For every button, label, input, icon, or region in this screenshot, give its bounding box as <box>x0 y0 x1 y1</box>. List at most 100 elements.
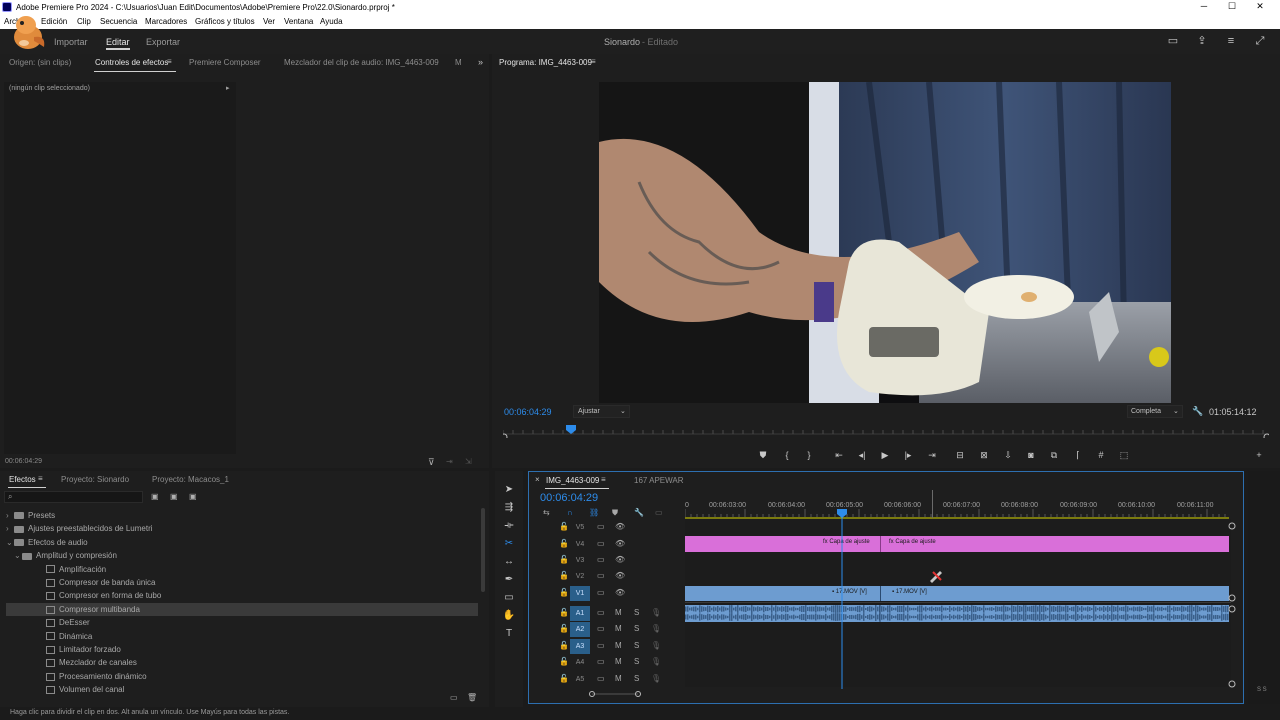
lock-icon[interactable]: 🔓 <box>559 608 569 617</box>
effects-item[interactable]: Compresor en forma de tubo <box>6 589 478 602</box>
sync-lock-icon[interactable]: ▭ <box>597 588 605 597</box>
effects-folder[interactable]: ⌄ Efectos de audio <box>6 536 478 549</box>
program-scrub-bar[interactable] <box>500 424 1271 441</box>
panel-menu-icon[interactable]: ≡ <box>167 57 172 66</box>
tab-mezclador-clip[interactable]: Mezclador del clip de audio: IMG_4463-00… <box>284 58 439 67</box>
tab-proyecto-sionardo[interactable]: Proyecto: Sionardo <box>61 475 129 484</box>
razor-tool-icon[interactable]: ✂ <box>501 537 517 551</box>
share-icon[interactable]: ⇪ <box>1195 34 1209 48</box>
vr-icon[interactable]: ⬚ <box>1117 449 1131 461</box>
go-to-out-icon[interactable]: ⇥ <box>925 449 939 461</box>
lock-icon[interactable]: 🔓 <box>559 588 569 597</box>
lock-icon[interactable]: 🔓 <box>559 657 569 666</box>
add-marker-icon[interactable]: ⛊ <box>756 449 770 461</box>
close-tab-icon[interactable]: × <box>535 475 540 484</box>
sync-lock-icon[interactable]: ▭ <box>597 624 605 633</box>
effects-folder[interactable]: › Presets <box>6 509 478 522</box>
effects-folder[interactable]: ⌄ Amplitud y compresión <box>6 549 478 562</box>
timeline-h-scrollbar[interactable] <box>589 690 641 697</box>
step-forward-icon[interactable]: |▸ <box>901 449 915 461</box>
insert-icon[interactable]: ⇩ <box>1001 449 1015 461</box>
tab-exportar[interactable]: Exportar <box>146 37 180 47</box>
mute-button[interactable]: M <box>615 624 622 633</box>
track-target[interactable]: A4 <box>570 655 590 670</box>
solo-button[interactable]: S <box>634 624 639 633</box>
track-target[interactable]: A2 <box>570 622 590 637</box>
add-marker-icon[interactable]: ⛊ <box>612 508 618 518</box>
slip-tool-icon[interactable]: ↔ <box>501 555 517 569</box>
program-playhead[interactable] <box>566 425 576 434</box>
sync-lock-icon[interactable]: ▭ <box>597 674 605 683</box>
tab-premiere-composer[interactable]: Premiere Composer <box>189 58 261 67</box>
tab-m[interactable]: M <box>455 58 462 67</box>
minimize-button[interactable]: ─ <box>1194 1 1214 13</box>
video-clip-v1[interactable] <box>685 586 1229 601</box>
eye-icon[interactable]: 👁 <box>615 555 625 564</box>
lock-icon[interactable]: 🔓 <box>559 555 569 564</box>
sync-lock-icon[interactable]: ▭ <box>597 608 605 617</box>
export2-icon[interactable]: ⇲ <box>465 457 472 466</box>
menu-ventana[interactable]: Ventana <box>284 17 313 26</box>
sequence-menu-icon[interactable]: ≡ <box>601 475 606 484</box>
go-to-in-icon[interactable]: ⇤ <box>832 449 846 461</box>
timeline-v-scrollbar[interactable] <box>1228 519 1236 689</box>
track-target[interactable]: A5 <box>570 672 590 687</box>
track-target[interactable]: V1 <box>570 586 590 601</box>
workspaces-icon[interactable]: ▭ <box>1166 34 1180 48</box>
filter-icon[interactable]: ⊽ <box>428 457 435 468</box>
sync-lock-icon[interactable]: ▭ <box>597 657 605 666</box>
effects-item[interactable]: Mezclador de canales <box>6 656 478 669</box>
solo-button[interactable]: S <box>634 608 639 617</box>
lock-icon[interactable]: 🔓 <box>559 522 569 531</box>
lift-icon[interactable]: ⊟ <box>953 449 967 461</box>
extract-icon[interactable]: ⊠ <box>977 449 991 461</box>
adjustment-layer-clip[interactable] <box>685 536 1229 552</box>
lock-icon[interactable]: 🔓 <box>559 624 569 633</box>
track-select-icon[interactable]: ⇶ <box>501 501 517 515</box>
accelerated-effects-icon[interactable]: ▣ <box>151 492 159 501</box>
rectangle-tool-icon[interactable]: ▭ <box>501 591 517 605</box>
menu-ayuda[interactable]: Ayuda <box>320 17 343 26</box>
maximize-button[interactable]: ☐ <box>1222 1 1242 13</box>
eye-icon[interactable]: 👁 <box>615 571 625 580</box>
sync-lock-icon[interactable]: ▭ <box>597 555 605 564</box>
effects-item[interactable]: Compresor multibanda <box>6 602 478 616</box>
tab-origen[interactable]: Origen: (sin clips) <box>9 58 71 67</box>
play-icon[interactable]: ▶ <box>878 449 892 461</box>
tab-proyecto-macacos[interactable]: Proyecto: Macacos_1 <box>152 475 229 484</box>
effects-search-input[interactable]: ⌕ <box>4 491 143 503</box>
eye-icon[interactable]: 👁 <box>615 522 625 531</box>
microphone-icon[interactable]: 🎙 <box>651 608 661 617</box>
solo-button[interactable]: S <box>634 657 639 666</box>
export-icon[interactable]: ⇥ <box>446 457 453 466</box>
tab-efectos[interactable]: Efectos <box>9 475 36 484</box>
camera-icon[interactable]: ◙ <box>1024 449 1038 461</box>
wrench-icon[interactable]: 🔧 <box>1192 406 1203 417</box>
solo-button[interactable]: S <box>634 674 639 683</box>
meter-solo-label[interactable]: S S <box>1257 687 1267 693</box>
effects-menu-icon[interactable]: ≡ <box>38 474 43 483</box>
track-target[interactable]: V4 <box>570 537 590 552</box>
chevron-right-icon[interactable]: › <box>6 509 14 522</box>
fit-dropdown[interactable]: Ajustar ⌄ <box>573 405 630 418</box>
effects-folder[interactable]: › Ajustes preestablecidos de Lumetri <box>6 522 478 535</box>
eye-icon[interactable]: 👁 <box>615 588 625 597</box>
safe-margins-icon[interactable]: # <box>1094 449 1108 461</box>
insert-overwrite-icon[interactable]: ⇆ <box>543 508 550 517</box>
microphone-icon[interactable]: 🎙 <box>651 657 661 666</box>
quality-dropdown[interactable]: Completa ⌄ <box>1127 405 1183 418</box>
add-button-icon[interactable]: + <box>1252 449 1266 461</box>
audio-clip-a1[interactable] <box>685 605 1229 622</box>
menu-clip[interactable]: Clip <box>77 17 91 26</box>
microphone-icon[interactable]: 🎙 <box>651 641 661 650</box>
timeline-settings-icon[interactable]: 🔧 <box>634 508 644 517</box>
fullscreen-icon[interactable]: ⤢ <box>1253 34 1267 48</box>
tab-editar[interactable]: Editar <box>106 37 130 47</box>
lock-icon[interactable]: 🔓 <box>559 641 569 650</box>
effects-item[interactable]: Dinámica <box>6 630 478 643</box>
pen-tool-icon[interactable]: ✒ <box>501 573 517 587</box>
comparison-icon[interactable]: ⧉ <box>1047 449 1061 461</box>
effects-item[interactable]: Limitador forzado <box>6 643 478 656</box>
trim-icon[interactable]: ⌈ <box>1071 449 1085 461</box>
sync-lock-icon[interactable]: ▭ <box>597 571 605 580</box>
